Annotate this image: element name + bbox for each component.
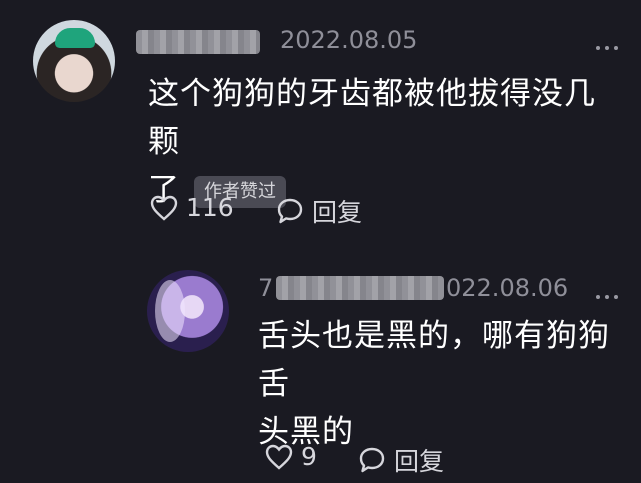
username-prefix[interactable]: 7 [258,274,273,302]
avatar-cap [55,28,95,48]
username-redacted[interactable] [136,30,260,54]
speech-bubble-icon [359,447,385,473]
speech-bubble-icon [277,198,303,224]
reply-label: 回复 [312,198,363,227]
heart-icon [150,195,178,221]
reply-button[interactable]: 回复 [276,193,362,229]
more-dots-icon[interactable] [596,44,618,52]
avatar[interactable] [147,270,229,352]
comment-date: 022.08.06 [446,274,569,302]
reply-label: 回复 [394,447,445,476]
comment-text: 舌头也是黑的，哪有狗狗舌 头黑的 [258,312,628,456]
more-dots-icon[interactable] [596,293,618,301]
heart-icon [265,444,293,470]
avatar[interactable] [33,20,115,102]
like-button[interactable]: 9 [265,442,317,471]
like-count: 116 [186,193,234,222]
username-redacted[interactable] [276,276,444,300]
comment-date: 2022.08.05 [280,26,418,54]
reply-button[interactable]: 回复 [358,442,444,478]
like-button[interactable]: 116 [150,193,234,222]
like-count: 9 [301,442,317,471]
avatar-hair [155,280,185,342]
comment-text-line-1: 舌头也是黑的，哪有狗狗舌 [258,318,610,402]
comment-text-line-1: 这个狗狗的牙齿都被他拔得没几颗 [148,76,596,160]
